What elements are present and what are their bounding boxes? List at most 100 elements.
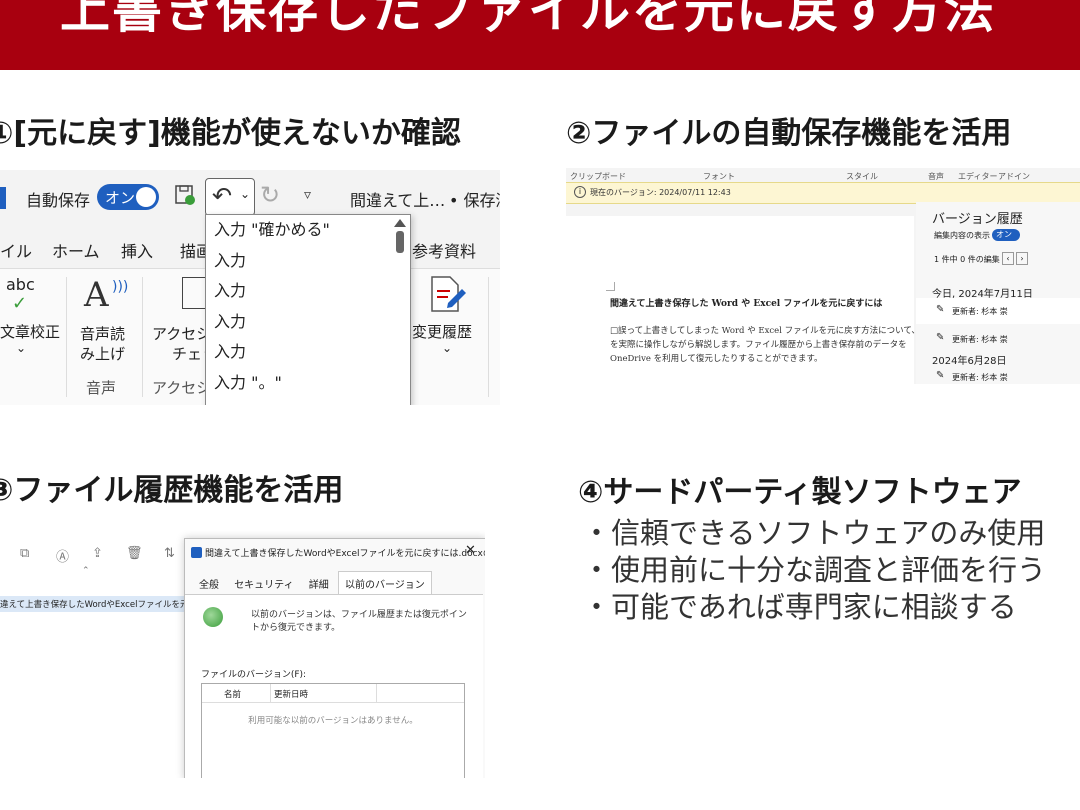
prev-edit-button[interactable]: ‹ (1002, 252, 1014, 265)
version-history-screenshot: クリップボード フォント スタイル 音声 エディター アドイン i 現在のバージ… (566, 168, 1080, 384)
undo-history-dropdown: 入力 "確かめる" 入力 入力 入力 入力 入力 "。" (205, 214, 411, 405)
share-icon[interactable]: ⇪ (92, 546, 103, 561)
read-aloud-icon: A (84, 275, 109, 315)
toggle-knob (136, 187, 156, 207)
show-changes-label: 編集内容の表示 (934, 231, 990, 240)
explorer-file-name: 違えて上書き保存したWordやExcelファイルを元に... (0, 600, 206, 610)
document-heading: 間違えて上書き保存した Word や Excel ファイルを元に戻すには (610, 299, 883, 309)
accessibility-check-button[interactable]: アクセシ チェッ アクセシ (152, 269, 217, 405)
undo-history-item[interactable]: 入力 (206, 246, 410, 277)
sort-icon[interactable]: ⇅ (164, 546, 175, 561)
edit-pencil-icon: ✎ (936, 304, 945, 315)
previous-versions-info: 以前のバージョンは、ファイル履歴または復元ポイントから復元できます。 (251, 610, 467, 633)
document-title: 間違えて上… (350, 191, 446, 210)
tab-security[interactable]: セキュリティ (228, 572, 299, 595)
sort-chevron-icon: ⌃ (82, 566, 90, 576)
page-title: 上書き保存したファイルを元に戻す方法 (60, 0, 996, 39)
tab-home[interactable]: ホーム (52, 238, 100, 262)
column-name[interactable]: 名前 (224, 688, 241, 700)
tip-item: ・信頼できるソフトウェアのみ使用 (582, 516, 1046, 550)
save-status: • 保存済 (449, 191, 500, 210)
read-aloud-button[interactable]: A ))) 音声読 み上げ 音声 (72, 269, 138, 405)
version-author: 更新者: 杉本 崇 (952, 307, 1008, 316)
version-date: 2024年6月28日 (932, 356, 1007, 367)
scroll-thumb[interactable] (396, 231, 404, 253)
ribbon-group-editor: エディター (958, 172, 998, 181)
copy-icon[interactable]: ⧉ (20, 546, 29, 561)
next-edit-button[interactable]: › (1016, 252, 1028, 265)
version-author: 更新者: 杉本 崇 (952, 373, 1008, 382)
group-divider (142, 277, 143, 397)
undo-history-item[interactable]: 入力 (206, 276, 410, 307)
empty-list-message: 利用可能な以前のバージョンはありません。 (248, 716, 418, 726)
speech-group-label: 音声 (86, 379, 117, 397)
document-body-line: を実際に操作しながら解説します。ファイル履歴から上書き保存前のデータを (610, 340, 907, 350)
undo-history-item[interactable]: 入力 (206, 337, 410, 368)
redo-icon[interactable]: ↻ (260, 181, 280, 209)
tab-references[interactable]: 参考資料 (412, 238, 476, 262)
group-divider (488, 277, 489, 397)
chevron-down-icon: ⌄ (240, 187, 251, 201)
version-history-panel: バージョン履歴 編集内容の表示 オン 1 件中 0 件の編集 ‹ › 今日, 2… (916, 202, 1080, 384)
customize-qat-icon[interactable]: ▿ (304, 187, 311, 203)
version-entry[interactable]: ✎ 更新者: 杉本 崇 (916, 298, 1080, 324)
section-4-heading: ④サードパーティ製ソフトウェア (578, 475, 1022, 510)
section-3-heading: ③ファイル履歴機能を活用 (0, 473, 344, 508)
properties-dialog: 間違えて上書き保存したWordやExcelファイルを元に戻すには.docxの..… (184, 538, 485, 778)
scroll-up-icon[interactable] (394, 219, 406, 227)
version-entry[interactable]: ✎ 更新者: 杉本 崇 (916, 366, 1080, 384)
read-aloud-label-1: 音声読 (80, 325, 126, 343)
save-icon[interactable] (174, 184, 196, 206)
track-changes-button[interactable]: 変更履歴 ⌄ (412, 269, 487, 405)
undo-history-item[interactable]: 入力 (206, 307, 410, 338)
previous-versions-pane: 以前のバージョンは、ファイル履歴または復元ポイントから復元できます。 ファイルの… (185, 594, 483, 778)
ribbon-group-clipboard: クリップボード (570, 172, 626, 181)
undo-history-item[interactable]: 入力 "確かめる" (206, 215, 410, 246)
tab-insert[interactable]: 挿入 (121, 238, 153, 262)
document-body-line: OneDrive を利用して復元したりすることができます。 (610, 354, 823, 364)
delete-icon[interactable]: 🗑 (126, 546, 143, 561)
spellcheck-button[interactable]: abc ✓ 文章校正 ⌄ (0, 269, 62, 405)
document-page: 間違えて上書き保存した Word や Excel ファイルを元に戻すには □誤っ… (566, 216, 920, 384)
undo-button[interactable]: ↶ ⌄ (205, 178, 255, 216)
undo-screenshot: 自動保存 オン ↶ ⌄ ↻ ▿ 間違えて上… • 保存済 イル ホーム 挿入 描… (0, 170, 500, 405)
margin-marker (606, 282, 615, 291)
version-author: 更新者: 杉本 崇 (952, 335, 1008, 344)
tab-details[interactable]: 詳細 (303, 572, 335, 595)
show-changes-toggle[interactable]: オン (992, 229, 1020, 241)
tab-general[interactable]: 全般 (193, 572, 225, 595)
edit-pencil-icon: ✎ (936, 370, 945, 381)
explorer-selected-row[interactable]: 違えて上書き保存したWordやExcelファイルを元に... (0, 596, 205, 612)
spellcheck-icon: abc (6, 275, 35, 294)
explorer-toolbar: ⧉ Ⓐ ⇪ 🗑 ⇅ (0, 538, 184, 574)
word-app-icon (0, 187, 6, 209)
chevron-down-icon: ⌄ (442, 341, 453, 355)
autosave-toggle[interactable]: オン (97, 184, 159, 210)
tip-item: ・可能であれば専門家に相談する (582, 590, 1017, 624)
tab-file[interactable]: イル (0, 238, 32, 262)
section-1-heading: ①[元に戻す]機能が使えないか確認 (0, 116, 461, 151)
dropdown-scrollbar[interactable] (394, 219, 406, 404)
undo-icon: ↶ (212, 182, 233, 210)
accessibility-group-label: アクセシ (152, 379, 212, 397)
undo-history-item[interactable]: 入力 "。" (206, 368, 410, 399)
current-version-text: 現在のバージョン: 2024/07/11 12:43 (590, 188, 731, 197)
versions-list-label: ファイルのバージョン(F): (201, 670, 307, 680)
dialog-tabs: 全般 セキュリティ 詳細 以前のバージョン (193, 571, 432, 595)
title-banner: 上書き保存したファイルを元に戻す方法 (0, 0, 1080, 70)
version-entry[interactable]: ✎ 更新者: 杉本 崇 (916, 326, 1080, 350)
close-icon[interactable]: ✕ (465, 543, 476, 558)
rename-icon[interactable]: Ⓐ (56, 546, 69, 565)
info-icon: i (574, 186, 586, 198)
tab-previous-versions[interactable]: 以前のバージョン (337, 571, 432, 595)
column-divider (270, 684, 271, 702)
section-2-heading: ②ファイルの自動保存機能を活用 (566, 116, 1012, 151)
versions-list[interactable]: 名前 更新日時 利用可能な以前のバージョンはありません。 (201, 683, 465, 778)
read-aloud-label-2: み上げ (80, 345, 126, 363)
track-changes-icon (431, 276, 466, 312)
track-changes-label: 変更履歴 (412, 323, 473, 341)
tip-item: ・使用前に十分な調査と評価を行う (582, 553, 1047, 587)
autosave-label: 自動保存 (26, 191, 91, 210)
column-modified-date[interactable]: 更新日時 (274, 688, 308, 700)
current-version-bar: i 現在のバージョン: 2024/07/11 12:43 (566, 182, 1080, 204)
